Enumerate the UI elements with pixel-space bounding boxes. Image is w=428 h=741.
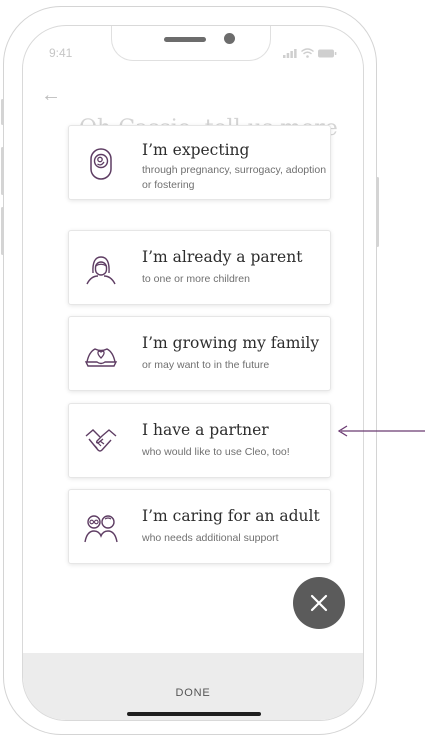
option-subtitle: who would like to use Cleo, too! xyxy=(142,446,290,458)
handshake-icon xyxy=(85,429,117,452)
option-title: I’m already a parent xyxy=(142,248,303,266)
option-title: I’m caring for an adult xyxy=(142,507,320,525)
option-subtitle: or may want to in the future xyxy=(142,359,270,371)
footer-bar: DONE xyxy=(23,653,363,720)
parent-icon xyxy=(86,256,116,285)
pregnancy-icon xyxy=(90,148,112,180)
option-expecting[interactable]: I’m expecting through pregnancy, surroga… xyxy=(68,125,331,200)
mute-switch xyxy=(1,99,4,125)
option-caring-adult[interactable]: I’m caring for an adult who needs additi… xyxy=(68,489,331,564)
annotation-arrow-icon xyxy=(337,425,425,437)
growing-family-icon xyxy=(84,348,118,367)
caregiver-icon xyxy=(84,515,118,543)
option-subtitle: through pregnancy, surrogacy, adoption o… xyxy=(142,164,327,191)
option-partner[interactable]: I have a partner who would like to use C… xyxy=(68,403,331,478)
volume-down-button xyxy=(1,207,4,255)
volume-up-button xyxy=(1,147,4,195)
power-button xyxy=(376,177,379,247)
option-title: I have a partner xyxy=(142,421,269,439)
option-title: I’m growing my family xyxy=(142,334,320,352)
option-growing-family[interactable]: I’m growing my family or may want to in … xyxy=(68,316,331,391)
option-already-parent[interactable]: I’m already a parent to one or more chil… xyxy=(68,230,331,305)
phone-screen: 9:41 ← Oh Cassie, tell us more xyxy=(22,25,364,721)
home-indicator xyxy=(127,712,261,716)
option-subtitle: who needs additional support xyxy=(142,532,279,544)
done-button[interactable]: DONE xyxy=(23,687,363,699)
option-subtitle: to one or more children xyxy=(142,273,250,285)
close-button[interactable] xyxy=(293,577,345,629)
option-title: I’m expecting xyxy=(142,141,250,159)
close-icon xyxy=(310,594,328,612)
phone-frame: 9:41 ← Oh Cassie, tell us more xyxy=(1,6,379,735)
